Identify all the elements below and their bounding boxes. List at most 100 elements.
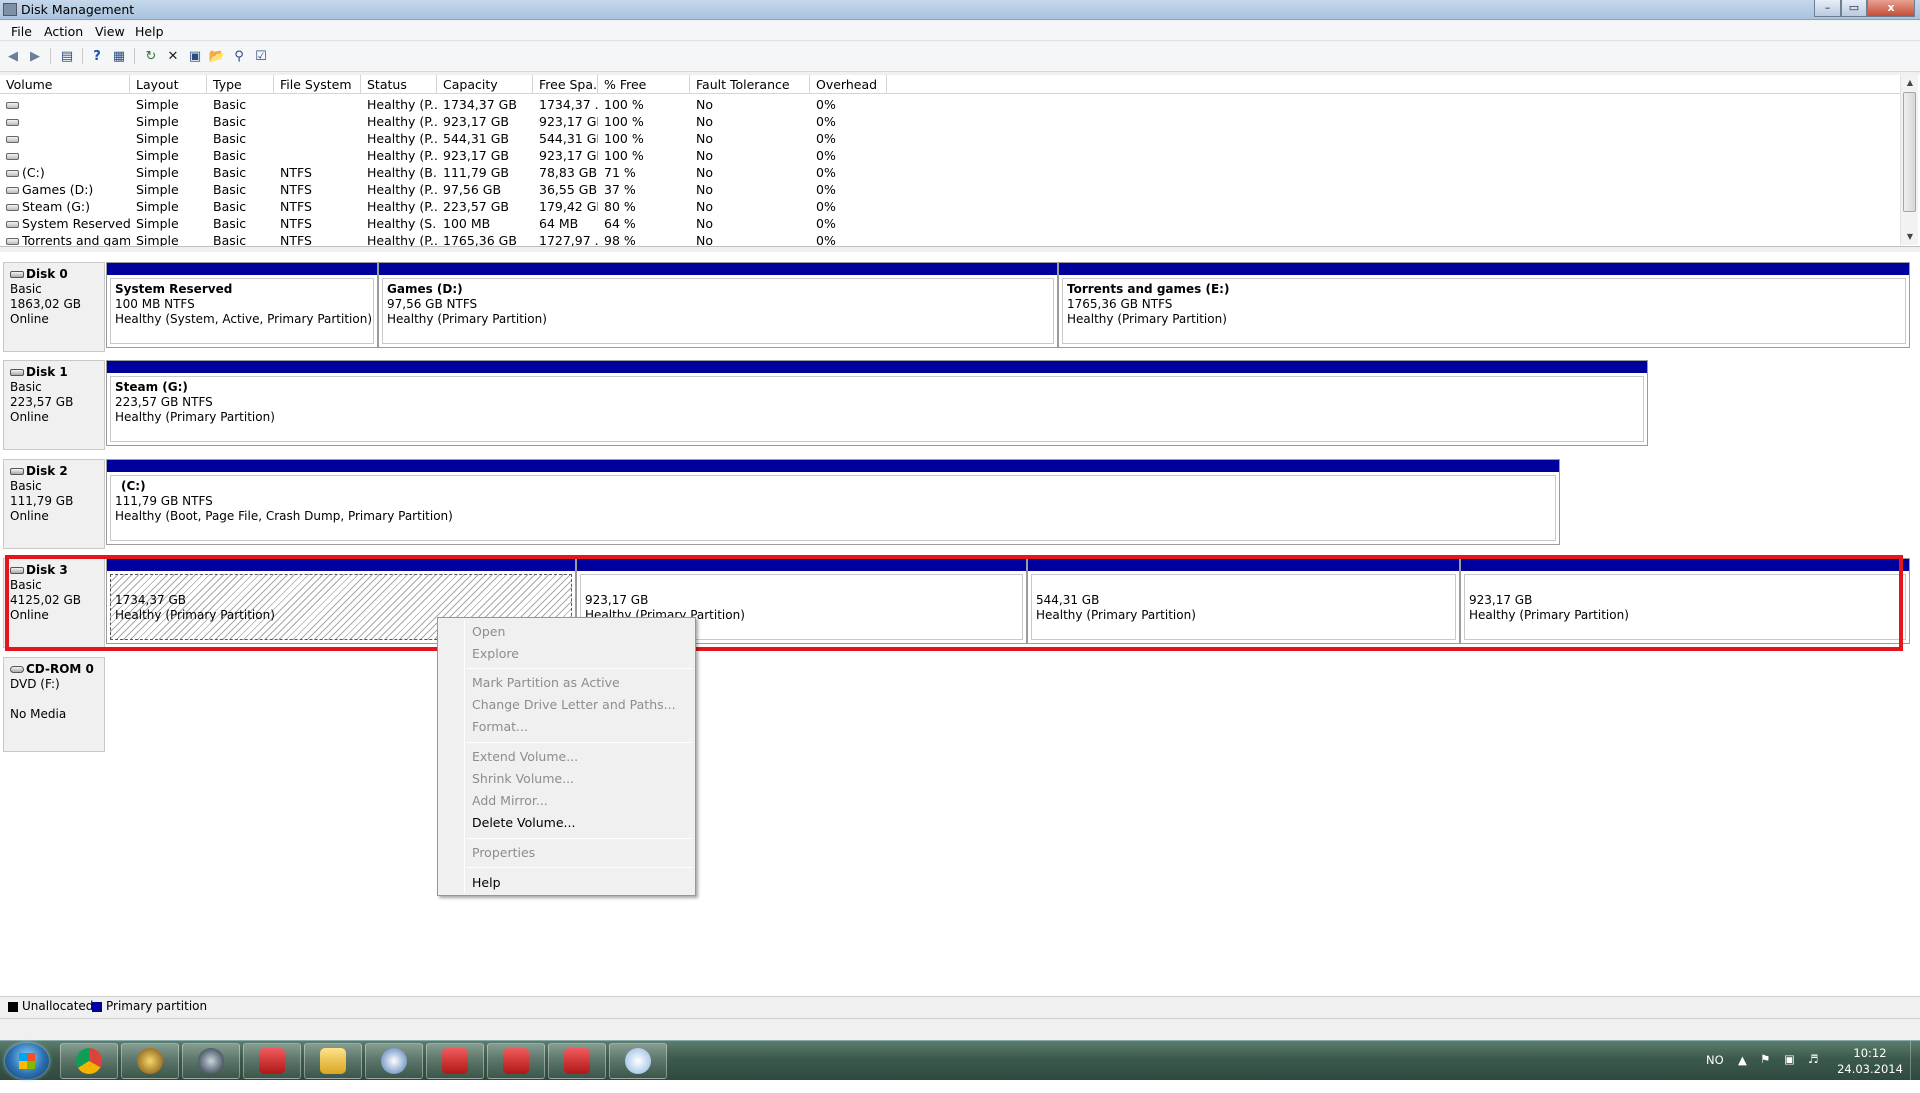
table-row[interactable]: Torrents and gam... Simple Basic NTFS Health…	[0, 232, 1900, 246]
menu-item-open[interactable]: Open	[472, 623, 505, 641]
cell-text: Basic	[213, 216, 247, 231]
partition-torrents-and-games-e[interactable]: Torrents and games (E:) 1765,36 GB NTFS …	[1058, 262, 1910, 348]
system-clock[interactable]: 10:12 24.03.2014	[1830, 1045, 1910, 1077]
show-desktop-button[interactable]	[1910, 1041, 1920, 1081]
column-header-volume[interactable]: Volume	[0, 75, 130, 94]
partition-disk3-3[interactable]: 544,31 GB Healthy (Primary Partition)	[1027, 558, 1460, 644]
menu-item-add-mirror[interactable]: Add Mirror...	[472, 792, 548, 810]
start-button[interactable]	[5, 1043, 49, 1079]
back-arrow-icon[interactable]: ◀	[4, 47, 22, 65]
taskbar-paint[interactable]	[609, 1043, 667, 1079]
title-bar[interactable]: Disk Management – ▭ x	[0, 0, 1920, 20]
minimize-button[interactable]: –	[1814, 0, 1841, 17]
rescan-icon[interactable]: ☑	[252, 47, 270, 65]
menu-help[interactable]: Help	[135, 24, 164, 39]
menu-item-properties[interactable]: Properties	[472, 844, 535, 862]
menu-item-shrink-volume[interactable]: Shrink Volume...	[472, 770, 574, 788]
menu-item-extend-volume[interactable]: Extend Volume...	[472, 748, 578, 766]
cell-text: 179,42 GB	[539, 199, 598, 214]
taskbar-steam[interactable]	[182, 1043, 240, 1079]
properties-icon[interactable]: ▣	[186, 47, 204, 65]
taskbar-warcraft[interactable]	[121, 1043, 179, 1079]
taskbar-toolbox-2[interactable]	[426, 1043, 484, 1079]
show-hidden-icons-icon[interactable]: ▲	[1738, 1053, 1747, 1093]
partition-games-d[interactable]: Games (D:) 97,56 GB NTFS Healthy (Primar…	[378, 262, 1058, 348]
scroll-up-icon[interactable]: ▲	[1901, 75, 1919, 91]
column-header-type[interactable]: Type	[207, 75, 274, 94]
disk-2-info[interactable]: Disk 2 Basic 111,79 GB Online	[3, 459, 105, 549]
explore-icon[interactable]: ⚲	[230, 47, 248, 65]
properties-grid-icon[interactable]: ▦	[110, 47, 128, 65]
column-header-layout[interactable]: Layout	[130, 75, 207, 94]
partition-system-reserved[interactable]: System Reserved 100 MB NTFS Healthy (Sys…	[106, 262, 378, 348]
delete-icon[interactable]: ✕	[164, 47, 182, 65]
volume-table-scrollbar[interactable]: ▲ ▼	[1900, 75, 1918, 245]
action-center-flag-icon[interactable]: ⚑	[1760, 1052, 1770, 1092]
table-row[interactable]: Steam (G:) Simple Basic NTFS Healthy (P... 22…	[0, 198, 1900, 215]
close-button[interactable]: x	[1867, 0, 1915, 17]
partition-context-menu: Open Explore Mark Partition as Active Ch…	[437, 617, 696, 896]
disk-type: Basic	[10, 479, 42, 493]
network-icon[interactable]: ▣	[1784, 1052, 1795, 1092]
menu-item-explore[interactable]: Explore	[472, 645, 519, 663]
taskbar-explorer[interactable]	[304, 1043, 362, 1079]
refresh-icon[interactable]: ↻	[142, 47, 160, 65]
table-row[interactable]: System Reserved Simple Basic NTFS Healthy (S…	[0, 215, 1900, 232]
cell-fault-tolerance: No	[690, 130, 810, 147]
disk-0-info[interactable]: Disk 0 Basic 1863,02 GB Online	[3, 262, 105, 352]
taskbar-chrome[interactable]	[60, 1043, 118, 1079]
cell-text: Healthy (S...	[367, 216, 437, 231]
column-header-percent-free[interactable]: % Free	[598, 75, 690, 94]
table-row[interactable]: Simple Basic Healthy (P... 923,17 GB 923,17 …	[0, 147, 1900, 164]
menu-item-mark-partition-active[interactable]: Mark Partition as Active	[472, 674, 620, 692]
taskbar-network-tool[interactable]	[365, 1043, 423, 1079]
show-hide-console-tree-icon[interactable]: ▤	[58, 47, 76, 65]
cell-text: Healthy (P...	[367, 97, 437, 112]
cell-capacity: 1765,36 GB	[437, 232, 533, 246]
cell-fault-tolerance: No	[690, 96, 810, 113]
menu-file[interactable]: File	[11, 24, 32, 39]
column-header-free-space[interactable]: Free Spa...	[533, 75, 598, 94]
forward-arrow-icon[interactable]: ▶	[26, 47, 44, 65]
scrollbar-thumb[interactable]	[1903, 92, 1916, 212]
menu-item-format[interactable]: Format...	[472, 718, 528, 736]
menu-item-change-drive-letter[interactable]: Change Drive Letter and Paths...	[472, 696, 676, 714]
column-header-file-system[interactable]: File System	[274, 75, 361, 94]
taskbar-toolbox-3[interactable]	[487, 1043, 545, 1079]
help-icon[interactable]: ?	[88, 47, 106, 65]
column-header-capacity[interactable]: Capacity	[437, 75, 533, 94]
disk-1-info[interactable]: Disk 1 Basic 223,57 GB Online	[3, 360, 105, 450]
partition-steam-g[interactable]: Steam (G:) 223,57 GB NTFS Healthy (Prima…	[106, 360, 1648, 446]
volume-icon[interactable]: ♬	[1808, 1052, 1818, 1092]
taskbar-toolbox-1[interactable]	[243, 1043, 301, 1079]
partition-disk3-4[interactable]: 923,17 GB Healthy (Primary Partition)	[1460, 558, 1910, 644]
menu-action[interactable]: Action	[44, 24, 83, 39]
partition-status: Healthy (Primary Partition)	[115, 410, 275, 424]
unallocated-swatch	[8, 1002, 18, 1012]
menu-view[interactable]: View	[95, 24, 125, 39]
cell-status: Healthy (P...	[361, 181, 437, 198]
cdrom-0-info[interactable]: CD-ROM 0 DVD (F:) No Media	[3, 657, 105, 752]
column-header-overhead[interactable]: Overhead	[810, 75, 887, 94]
menu-item-help[interactable]: Help	[472, 874, 501, 892]
table-row[interactable]: Simple Basic Healthy (P... 1734,37 GB 1734,3…	[0, 96, 1900, 113]
disk-name: Disk 1	[26, 365, 68, 379]
language-indicator[interactable]: NO	[1706, 1053, 1724, 1093]
scroll-down-icon[interactable]: ▼	[1901, 229, 1919, 245]
menu-item-delete-volume[interactable]: Delete Volume...	[472, 814, 575, 832]
cell-text: 64 MB	[539, 216, 579, 231]
maximize-button[interactable]: ▭	[1841, 0, 1867, 17]
table-row[interactable]: Games (D:) Simple Basic NTFS Healthy (P... 97…	[0, 181, 1900, 198]
disk-3-info[interactable]: Disk 3 Basic 4125,02 GB Online	[3, 558, 105, 648]
table-row[interactable]: Simple Basic Healthy (P... 923,17 GB 923,17 …	[0, 113, 1900, 130]
taskbar-toolbox-4[interactable]	[548, 1043, 606, 1079]
open-icon[interactable]: 📂	[208, 47, 226, 65]
column-header-fault-tolerance[interactable]: Fault Tolerance	[690, 75, 810, 94]
table-row[interactable]: (C:) Simple Basic NTFS Healthy (B... 111,79 G…	[0, 164, 1900, 181]
cell-layout: Simple	[130, 198, 207, 215]
column-header-status[interactable]: Status	[361, 75, 437, 94]
cell-file-system: NTFS	[274, 215, 361, 232]
disk-2-row: Disk 2 Basic 111,79 GB Online (C:) 111,7…	[0, 459, 1920, 549]
table-row[interactable]: Simple Basic Healthy (P... 544,31 GB 544,31 …	[0, 130, 1900, 147]
partition-c[interactable]: (C:) 111,79 GB NTFS Healthy (Boot, Page …	[106, 459, 1560, 545]
